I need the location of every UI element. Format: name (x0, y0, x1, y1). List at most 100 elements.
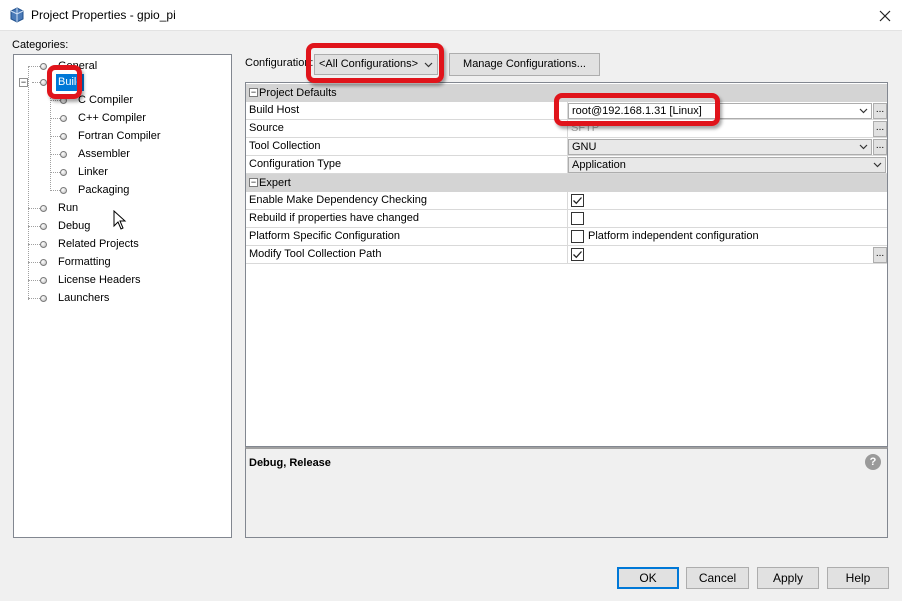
close-button[interactable] (868, 0, 902, 31)
property-name: Modify Tool Collection Path (249, 248, 382, 260)
node-icon (60, 169, 67, 176)
tree-item-label: Formatting (58, 256, 111, 268)
tree-line (50, 154, 60, 155)
tool-collection-edit-button[interactable]: ... (873, 139, 887, 155)
categories-tree[interactable]: − General Build C Compiler C++ Compiler … (13, 54, 232, 538)
property-value-cell: root@192.168.1.31 [Linux] ... (567, 102, 887, 119)
tool-collection-value: GNU (572, 141, 597, 153)
tree-item-label: Launchers (58, 292, 110, 304)
tree-line (28, 298, 40, 299)
node-icon (40, 277, 47, 284)
tree-item-label: Fortran Compiler (78, 130, 161, 142)
help-button[interactable]: Help (827, 567, 889, 589)
description-panel: Debug, Release ? (245, 447, 888, 538)
close-icon (879, 10, 891, 21)
property-value-cell (567, 210, 887, 227)
tool-collection-select[interactable]: GNU (568, 139, 872, 155)
property-row-source: Source SFTP ... (246, 120, 887, 138)
tree-item-label: C Compiler (78, 94, 134, 106)
properties-sheet: − Project Defaults Build Host root@192.1… (245, 82, 888, 447)
property-name: Build Host (249, 104, 300, 116)
checkmark-icon (573, 251, 582, 259)
tree-line (50, 100, 60, 101)
category-expert[interactable]: − Expert (246, 174, 887, 192)
property-name: Rebuild if properties have changed (249, 212, 420, 224)
build-host-select[interactable]: root@192.168.1.31 [Linux] (568, 103, 872, 119)
rebuild-checkbox[interactable] (571, 212, 584, 225)
property-row-dependency-checking: Enable Make Dependency Checking (246, 192, 887, 210)
configuration-label: Configuration: (245, 57, 314, 69)
dependency-checking-checkbox[interactable] (571, 194, 584, 207)
property-row-build-host: Build Host root@192.168.1.31 [Linux] ... (246, 102, 887, 120)
property-row-platform-specific: Platform Specific Configuration Platform… (246, 228, 887, 246)
title-bar: Project Properties - gpio_pi (0, 0, 902, 31)
tool-path-checkbox[interactable] (571, 248, 584, 261)
source-edit-button[interactable]: ... (873, 121, 887, 137)
category-label: Project Defaults (259, 87, 337, 99)
node-icon (60, 187, 67, 194)
tree-line (28, 66, 40, 67)
property-name: Enable Make Dependency Checking (249, 194, 427, 206)
chevron-down-icon (424, 55, 433, 81)
tree-line (50, 91, 51, 191)
collapse-build-icon[interactable]: − (19, 78, 28, 87)
tree-line (50, 190, 60, 191)
tree-line (28, 280, 40, 281)
tree-item-label: Build (56, 74, 85, 91)
tree-line (28, 208, 40, 209)
property-value-cell: GNU ... (567, 138, 887, 155)
property-name: Tool Collection (249, 140, 321, 152)
mouse-cursor-icon (113, 210, 127, 230)
description-text: Debug, Release (249, 457, 331, 469)
platform-specific-checkbox[interactable] (571, 230, 584, 243)
node-icon (60, 115, 67, 122)
configuration-type-select[interactable]: Application (568, 157, 886, 173)
configuration-select[interactable]: <All Configurations> (314, 54, 438, 75)
collapse-icon[interactable]: − (249, 178, 258, 187)
build-host-value: root@192.168.1.31 [Linux] (572, 105, 702, 117)
source-value: SFTP (571, 122, 600, 134)
tree-item-label: C++ Compiler (78, 112, 146, 124)
property-value-cell: Platform independent configuration (567, 228, 887, 245)
property-value-cell: Application (567, 156, 887, 173)
node-icon (60, 97, 67, 104)
node-icon (40, 63, 47, 70)
property-row-tool-collection: Tool Collection GNU ... (246, 138, 887, 156)
tool-path-edit-button[interactable]: ... (873, 247, 887, 263)
tree-item-label: Linker (78, 166, 108, 178)
node-icon (60, 133, 67, 140)
tree-line (28, 244, 40, 245)
tree-item-label: License Headers (58, 274, 141, 286)
cancel-button[interactable]: Cancel (686, 567, 749, 589)
node-icon (40, 223, 47, 230)
tree-item-label: Run (58, 202, 79, 214)
property-value-cell: SFTP ... (567, 120, 887, 137)
category-label: Expert (259, 177, 291, 189)
tree-line (28, 262, 40, 263)
node-icon (60, 151, 67, 158)
help-icon[interactable]: ? (865, 454, 881, 470)
ok-button[interactable]: OK (617, 567, 679, 589)
property-value-cell: ... (567, 246, 887, 263)
node-icon (40, 295, 47, 302)
tree-line (28, 226, 40, 227)
build-host-edit-button[interactable]: ... (873, 103, 887, 119)
tree-item-label: Related Projects (58, 238, 139, 250)
property-row-tool-path: Modify Tool Collection Path ... (246, 246, 887, 264)
node-icon (40, 241, 47, 248)
configuration-value: <All Configurations> (319, 58, 419, 70)
tree-line (50, 136, 60, 137)
manage-configurations-button[interactable]: Manage Configurations... (449, 53, 600, 76)
property-name: Platform Specific Configuration (249, 230, 401, 242)
categories-label: Categories: (12, 39, 69, 51)
tree-line (32, 82, 40, 83)
property-value-cell (567, 192, 887, 209)
property-name: Source (249, 122, 284, 134)
checkmark-icon (573, 197, 582, 205)
collapse-icon[interactable]: − (249, 88, 258, 97)
apply-button[interactable]: Apply (757, 567, 819, 589)
tree-line (50, 172, 60, 173)
category-project-defaults[interactable]: − Project Defaults (246, 84, 887, 102)
tree-item-label: Assembler (78, 148, 130, 160)
tree-item-label: Debug (58, 220, 91, 232)
